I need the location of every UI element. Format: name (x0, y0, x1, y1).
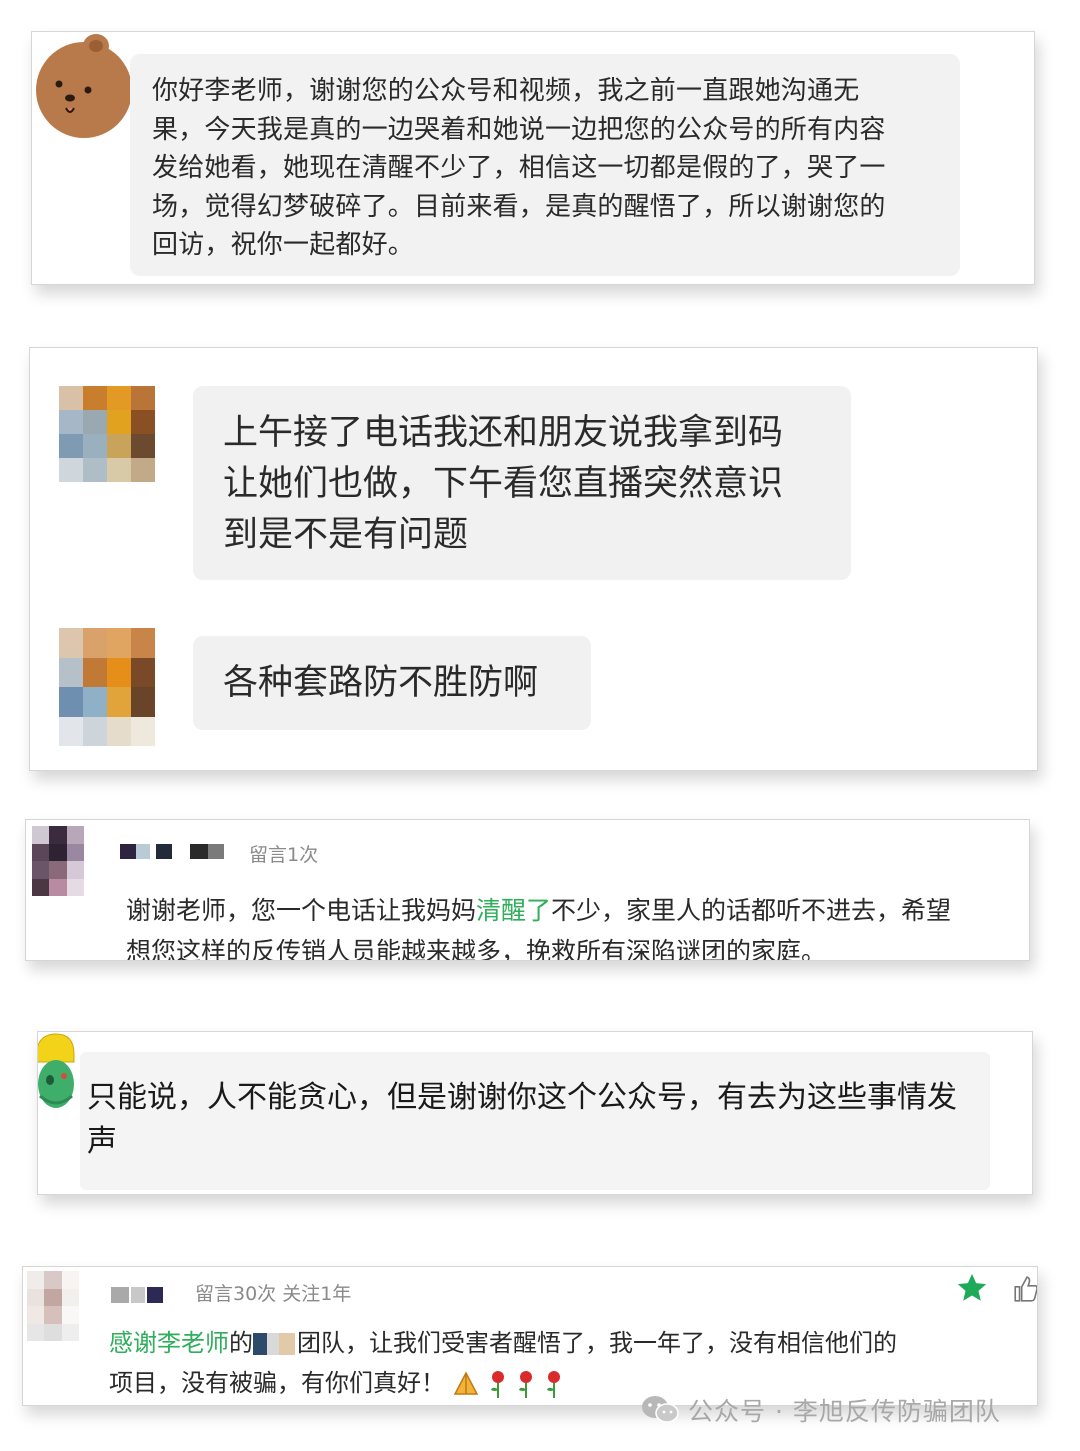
blurred-name (279, 1333, 295, 1355)
blurred-username (156, 844, 172, 859)
comment-text: 谢谢老师，您一个电话让我妈妈清醒了不少，家里人的话都听不进去，希望 想您这样的反… (126, 896, 952, 961)
wechat-icon (642, 1396, 679, 1423)
thumbs-up-icon[interactable] (1013, 1275, 1038, 1303)
comment-text: 你好李老师，谢谢您的公众号和视频，我之前一直跟她沟通无 果，今天我是真的一边哭着… (152, 76, 886, 260)
avatar (59, 628, 155, 746)
rose-icon (519, 1371, 532, 1398)
star-icon[interactable] (955, 1271, 989, 1305)
comment-text: 只能说，人不能贪心，但是谢谢你这个公众号，有去为这些事情发 声 (87, 1080, 957, 1159)
avatar (27, 1271, 79, 1341)
blurred-name (253, 1333, 267, 1355)
comment-card-4: 只能说，人不能贪心，但是谢谢你这个公众号，有去为这些事情发 声 (37, 1031, 1033, 1195)
comment-meta: 留言1次 (249, 844, 319, 866)
comment-card-1: 你好李老师，谢谢您的公众号和视频，我之前一直跟她沟通无 果，今天我是真的一边哭着… (31, 31, 1035, 285)
blurred-username (131, 1287, 145, 1303)
blurred-username (190, 844, 208, 859)
comment-card-2: 上午接了电话我还和朋友说我拿到码 让她们也做，下午看您直播突然意识 到是不是有问… (29, 347, 1038, 771)
comment-text: 感谢李老师的 团队，让我们受害者醒悟了，我一年了，没有相信他们的 项目，没有被骗，… (109, 1329, 897, 1398)
comment-text: 上午接了电话我还和朋友说我拿到码 让她们也做，下午看您直播突然意识 到是不是有问… (223, 413, 784, 555)
comment-meta: 留言30次 关注1年 (195, 1283, 352, 1305)
blurred-username (136, 844, 150, 859)
hands-icon (453, 1371, 479, 1395)
blurred-username (208, 844, 224, 859)
highlight-text: 感谢李老师 (109, 1329, 229, 1357)
blurred-name (267, 1333, 279, 1355)
blurred-username (147, 1287, 163, 1303)
comment-text: 各种套路防不胜防啊 (223, 663, 539, 703)
comment-card-3: 留言1次 谢谢老师，您一个电话让我妈妈清醒了不少，家里人的话都听不进去，希望 想… (25, 819, 1030, 961)
rose-icon (491, 1371, 504, 1398)
comment-card-5: 留言30次 关注1年 感谢李老师的 团队，让我们受害者醒悟了，我一年了，没有相信他… (22, 1266, 1038, 1406)
avatar (32, 826, 84, 896)
watermark: 公众号 · 李旭反传防骗团队 (640, 1392, 1001, 1428)
avatar (59, 386, 155, 482)
watermark-text: 公众号 · 李旭反传防骗团队 (688, 1397, 1001, 1426)
highlight-text: 清醒了 (476, 896, 552, 925)
blurred-username (120, 844, 136, 859)
bear-avatar-icon (36, 34, 132, 138)
blurred-username (111, 1287, 129, 1303)
parrot-avatar-icon (38, 1033, 75, 1108)
rose-icon (547, 1371, 560, 1398)
